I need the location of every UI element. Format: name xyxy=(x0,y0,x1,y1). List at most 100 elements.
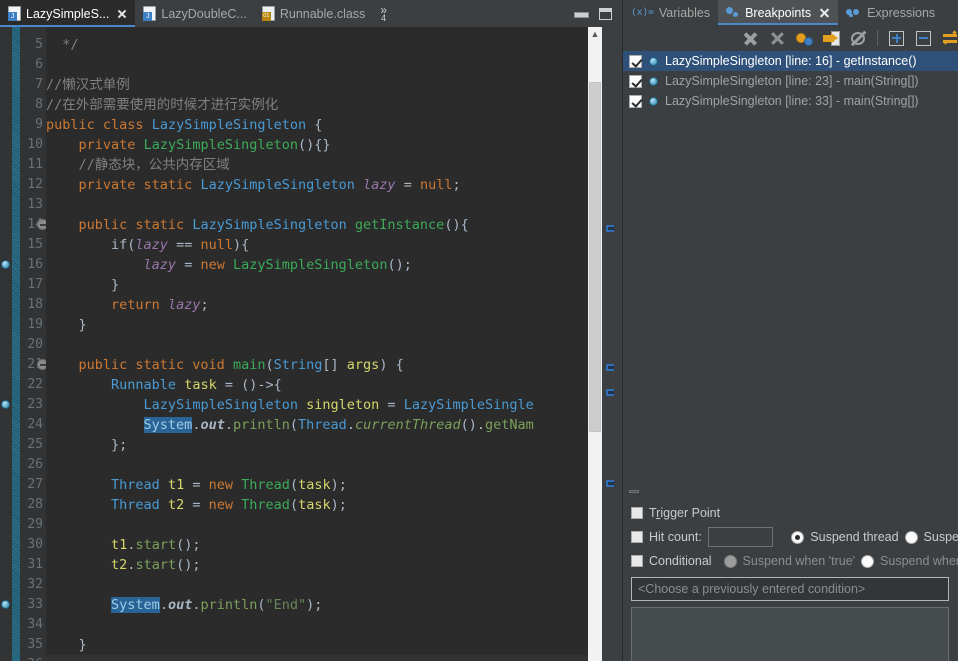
code-line[interactable]: System.out.println("End"); xyxy=(46,595,322,615)
code-line[interactable]: Thread t2 = new Thread(task); xyxy=(46,495,347,515)
line-number[interactable]: 9 xyxy=(1,115,43,135)
breakpoint-enabled-checkbox[interactable] xyxy=(629,54,642,68)
line-number[interactable]: 35 xyxy=(1,635,43,655)
close-icon[interactable] xyxy=(819,7,830,18)
pane-splitter[interactable] xyxy=(614,27,622,661)
line-number[interactable]: 8 xyxy=(1,95,43,115)
breakpoint-icon[interactable] xyxy=(1,260,10,269)
splitter-grip[interactable] xyxy=(629,490,639,493)
line-number[interactable]: 6 xyxy=(1,55,43,75)
code-line[interactable]: System.out.println(Thread.currentThread(… xyxy=(46,415,534,435)
line-number[interactable]: 15 xyxy=(1,235,43,255)
code-line[interactable]: t1.start(); xyxy=(46,535,200,555)
tab-variables[interactable]: (x)= Variables xyxy=(623,0,718,25)
code-line[interactable]: //在外部需要使用的时候才进行实例化 xyxy=(46,95,278,115)
code-line[interactable]: } xyxy=(46,635,87,655)
line-number[interactable]: 28 xyxy=(1,495,43,515)
code-line[interactable]: return lazy; xyxy=(46,295,209,315)
suspend-thread-radio[interactable] xyxy=(791,530,805,544)
code-text-area[interactable]: */ //懒汉式单例//在外部需要使用的时候才进行实例化 public class … xyxy=(46,27,588,661)
suspend-when-other-radio[interactable] xyxy=(861,554,875,568)
breakpoints-list[interactable]: LazySimpleSingleton [line: 16] - getInst… xyxy=(623,51,958,495)
editor-tab-runnable-class[interactable]: 01 Runnable.class xyxy=(254,0,372,27)
line-number[interactable]: 22 xyxy=(1,375,43,395)
remove-all-breakpoints-button[interactable] xyxy=(769,30,786,47)
editor-vertical-scrollbar[interactable]: ▲ xyxy=(588,27,602,661)
remove-breakpoint-button[interactable] xyxy=(742,30,759,47)
view-breakpoints-button[interactable] xyxy=(850,30,867,47)
line-number[interactable]: 25 xyxy=(1,435,43,455)
editor-gutter[interactable]: 5 6 7 8 9 10 11 12 13 14 15 16 17 18 19 20 21 22 23 24 25 26 2… xyxy=(0,27,48,661)
line-number[interactable]: 32 xyxy=(1,575,43,595)
swap-panes-button[interactable] xyxy=(942,29,958,47)
code-line[interactable]: //静态块，公共内存区域 xyxy=(46,155,230,175)
code-line[interactable]: Runnable task = ()->{ xyxy=(46,375,282,395)
code-editor[interactable]: 5 6 7 8 9 10 11 12 13 14 15 16 17 18 19 20 21 22 23 24 25 26 2… xyxy=(0,27,622,661)
code-line[interactable]: t2.start(); xyxy=(46,555,200,575)
mute-breakpoints-button[interactable] xyxy=(823,30,840,47)
breakpoint-enabled-checkbox[interactable] xyxy=(629,94,642,108)
expand-all-button[interactable] xyxy=(888,30,905,47)
scroll-up-icon[interactable]: ▲ xyxy=(588,27,602,40)
suspend-when-true-radio[interactable] xyxy=(723,554,737,568)
line-number[interactable]: 27 xyxy=(1,475,43,495)
editor-tab-overflow-button[interactable]: » 4 xyxy=(372,0,395,27)
tab-breakpoints[interactable]: Breakpoints xyxy=(718,0,839,25)
line-number[interactable]: 30 xyxy=(1,535,43,555)
line-number[interactable]: 12 xyxy=(1,175,43,195)
hit-count-checkbox[interactable] xyxy=(631,531,643,543)
conditional-checkbox[interactable] xyxy=(631,555,643,567)
editor-tab-lazydoublecheck[interactable]: J LazyDoubleC... xyxy=(135,0,253,27)
maximize-icon[interactable] xyxy=(599,7,612,20)
tab-expressions[interactable]: Expressions xyxy=(838,0,943,25)
close-icon[interactable] xyxy=(116,8,128,20)
line-number[interactable]: 7 xyxy=(1,75,43,95)
code-line[interactable]: public class LazySimpleSingleton { xyxy=(46,115,322,135)
code-line[interactable]: if(lazy == null){ xyxy=(46,235,249,255)
breakpoint-row[interactable]: LazySimpleSingleton [line: 23] - main(St… xyxy=(623,71,958,91)
line-number[interactable]: 24 xyxy=(1,415,43,435)
line-number[interactable]: 36 xyxy=(1,655,43,661)
code-line[interactable]: lazy = new LazySimpleSingleton(); xyxy=(46,255,412,275)
code-line[interactable]: LazySimpleSingleton singleton = LazySimp… xyxy=(46,395,534,415)
breakpoint-properties: Trigger Point Hit count: Suspend thread … xyxy=(623,495,958,661)
line-number[interactable]: 18 xyxy=(1,295,43,315)
properties-splitter[interactable] xyxy=(623,489,958,494)
line-number[interactable]: 10 xyxy=(1,135,43,155)
line-number[interactable]: 11 xyxy=(1,155,43,175)
code-line[interactable]: Thread t1 = new Thread(task); xyxy=(46,475,347,495)
line-number[interactable]: 13 xyxy=(1,195,43,215)
breakpoint-row[interactable]: LazySimpleSingleton [line: 33] - main(St… xyxy=(623,91,958,111)
line-number[interactable]: 5 xyxy=(1,35,43,55)
scrollbar-thumb[interactable] xyxy=(589,82,601,432)
line-number[interactable]: 17 xyxy=(1,275,43,295)
line-number[interactable]: 20 xyxy=(1,335,43,355)
code-line[interactable]: } xyxy=(46,275,119,295)
trigger-point-checkbox[interactable] xyxy=(631,507,643,519)
code-line[interactable]: private static LazySimpleSingleton lazy … xyxy=(46,175,461,195)
line-number[interactable]: 26 xyxy=(1,455,43,475)
code-line[interactable]: } xyxy=(46,315,87,335)
breakpoint-icon[interactable] xyxy=(1,400,10,409)
minimize-icon[interactable] xyxy=(574,8,589,20)
editor-tab-lazysimplesingleton[interactable]: J LazySimpleS... xyxy=(0,0,136,27)
code-line[interactable]: private LazySimpleSingleton(){} xyxy=(46,135,331,155)
collapse-all-button[interactable] xyxy=(915,30,932,47)
edit-breakpoint-settings-button[interactable] xyxy=(796,30,813,47)
line-number[interactable]: 31 xyxy=(1,555,43,575)
code-line[interactable]: public static LazySimpleSingleton getIns… xyxy=(46,215,469,235)
line-number[interactable]: 29 xyxy=(1,515,43,535)
code-line[interactable]: */ xyxy=(46,35,78,55)
code-line[interactable]: }; xyxy=(46,435,127,455)
suspend-all-radio[interactable] xyxy=(904,530,918,544)
code-line[interactable]: public static void main(String[] args) { xyxy=(46,355,404,375)
breakpoint-icon[interactable] xyxy=(1,600,10,609)
line-number[interactable]: 34 xyxy=(1,615,43,635)
breakpoint-row[interactable]: LazySimpleSingleton [line: 16] - getInst… xyxy=(623,51,958,71)
code-line[interactable]: //懒汉式单例 xyxy=(46,75,130,95)
condition-input[interactable]: <Choose a previously entered condition> xyxy=(631,577,949,601)
line-number[interactable]: 19 xyxy=(1,315,43,335)
hit-count-input[interactable] xyxy=(707,527,774,547)
breakpoint-enabled-checkbox[interactable] xyxy=(629,74,642,88)
condition-editor-area[interactable] xyxy=(631,607,949,661)
